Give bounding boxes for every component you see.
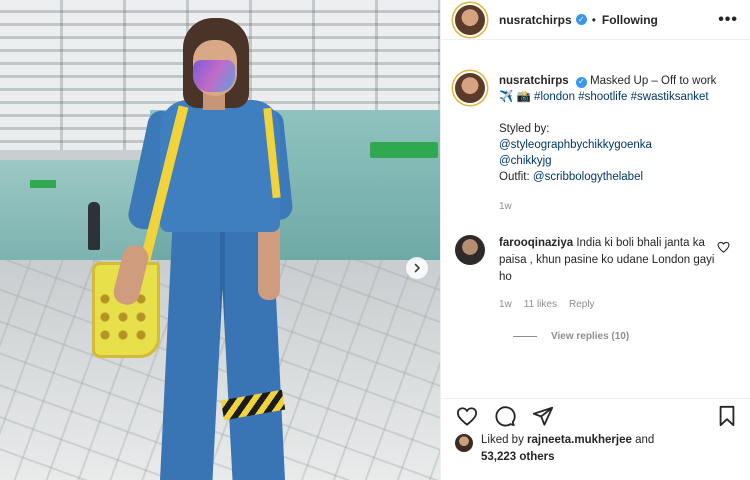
caption-avatar[interactable] (455, 73, 485, 103)
heart-icon[interactable] (717, 241, 730, 253)
hashtag-link[interactable]: #swastiksanket (631, 91, 709, 103)
hashtag-link[interactable]: #shootlife (578, 91, 627, 103)
outfit-link[interactable]: @scribbologythelabel (533, 171, 643, 183)
like-button[interactable] (455, 404, 479, 428)
liked-by-text: Liked by rajneeta.mukherjee and 53,223 o… (481, 432, 654, 466)
caption: nusratchirps ✓ Masked Up – Off to work ✈… (455, 73, 738, 215)
others-likes-link[interactable]: 53,223 others (481, 451, 555, 463)
share-icon (532, 406, 554, 426)
avatar[interactable] (455, 4, 485, 35)
comment: farooqinaziya India ki boli bhali janta … (455, 235, 738, 313)
instagram-post-view: nusratchirps ✓ • Following ••• nusratchi… (0, 0, 750, 480)
verified-icon: ✓ (575, 76, 587, 88)
verified-icon: ✓ (575, 14, 587, 25)
caption-timestamp: 1w (499, 201, 512, 212)
liker-avatar[interactable] (455, 434, 473, 452)
stylist-link[interactable]: @styleographbychikkygoenka (499, 137, 731, 153)
styled-by-block: Styled by: @styleographbychikkygoenka @c… (499, 121, 731, 185)
comment-icon (495, 405, 516, 426)
comments-section: nusratchirps ✓ Masked Up – Off to work ✈… (441, 40, 750, 375)
post-header: nusratchirps ✓ • Following ••• (441, 0, 750, 40)
more-icon[interactable]: ••• (718, 11, 738, 29)
figure-hand-right (258, 220, 280, 300)
header-separator: • (591, 12, 596, 27)
share-button[interactable] (531, 404, 555, 428)
comment-timestamp: 1w (499, 299, 512, 310)
bookmark-icon (719, 405, 735, 426)
hashtag-link[interactable]: #london (534, 91, 575, 103)
post-photo[interactable] (0, 0, 440, 480)
save-button[interactable] (715, 404, 739, 428)
following-button[interactable]: Following (602, 13, 658, 27)
post-sidebar: nusratchirps ✓ • Following ••• nusratchi… (440, 0, 750, 480)
liker-username[interactable]: rajneeta.mukherjee (527, 434, 632, 446)
comment-body: farooqinaziya India ki boli bhali janta … (499, 235, 717, 313)
comment-avatar[interactable] (455, 235, 485, 265)
caption-username[interactable]: nusratchirps (499, 75, 569, 87)
view-replies-label: View replies (10) (551, 331, 630, 342)
chevron-right-icon (414, 263, 420, 273)
comment-button[interactable] (493, 404, 517, 428)
comment-likes-link[interactable]: 11 likes (524, 296, 557, 313)
stylist-link[interactable]: @chikkyjg (499, 153, 731, 169)
outfit-label: Outfit: (499, 171, 530, 183)
replies-line (513, 336, 537, 337)
header-username[interactable]: nusratchirps (499, 13, 572, 27)
post-actions (441, 398, 750, 432)
liked-by-and: and (635, 434, 655, 446)
heart-icon (456, 406, 478, 426)
caption-text: nusratchirps ✓ Masked Up – Off to work ✈… (499, 73, 731, 215)
figure-face-mask (193, 60, 235, 92)
liked-by-prefix: Liked by (481, 434, 524, 446)
styled-by-label: Styled by: (499, 123, 550, 135)
next-photo-button[interactable] (406, 257, 428, 279)
comment-username[interactable]: farooqinaziya (499, 237, 573, 249)
photo-figure (0, 0, 440, 480)
comment-meta: 1w 11 likes Reply (499, 296, 717, 313)
liked-by: Liked by rajneeta.mukherjee and 53,223 o… (455, 432, 745, 466)
comment-reply-button[interactable]: Reply (569, 296, 595, 313)
view-replies-button[interactable]: View replies (10) (513, 331, 738, 342)
